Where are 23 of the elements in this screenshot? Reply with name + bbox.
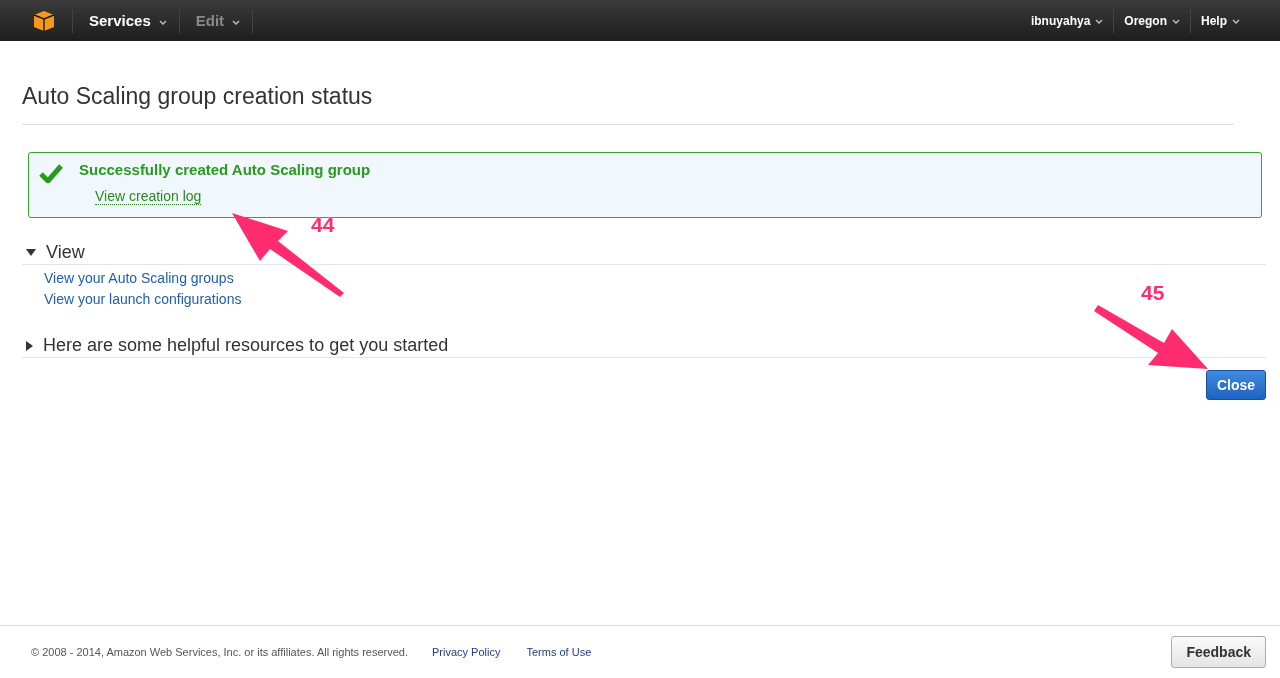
caret-icon <box>158 19 167 25</box>
footer-link[interactable]: Terms of Use <box>526 646 592 658</box>
annotation-number: 45 <box>1141 281 1165 305</box>
resource-link[interactable]: View your Auto Scaling groups <box>44 270 234 286</box>
caret-icon <box>1095 18 1104 24</box>
resource-link[interactable]: View your launch configurations <box>44 291 242 307</box>
success-message: Successfully created Auto Scaling group <box>79 161 371 178</box>
cube-logo-icon[interactable] <box>32 8 56 33</box>
caret-icon <box>232 19 241 25</box>
checkmark-icon <box>39 163 63 183</box>
annotation-number: 44 <box>311 213 335 237</box>
nav-menu[interactable]: Help <box>1191 13 1250 28</box>
nav-menu[interactable]: Oregon <box>1114 13 1190 28</box>
close-button[interactable]: Close <box>1205 370 1266 400</box>
nav-menu[interactable]: Services <box>73 12 179 29</box>
caret-icon <box>1232 18 1240 24</box>
feedback-button[interactable]: Feedback <box>1171 636 1266 668</box>
caret-icon <box>1172 18 1180 24</box>
copyright-text: © 2008 - 2014, Amazon Web Services, Inc. or its affiliates. All rights reserved. <box>31 646 408 658</box>
footer-link[interactable]: Privacy Policy <box>432 646 501 658</box>
page-title: Auto Scaling group creation status <box>22 83 1234 125</box>
nav-menu[interactable]: ibnuyahya <box>1020 13 1114 28</box>
creation-log-link[interactable]: View creation log <box>95 188 202 205</box>
